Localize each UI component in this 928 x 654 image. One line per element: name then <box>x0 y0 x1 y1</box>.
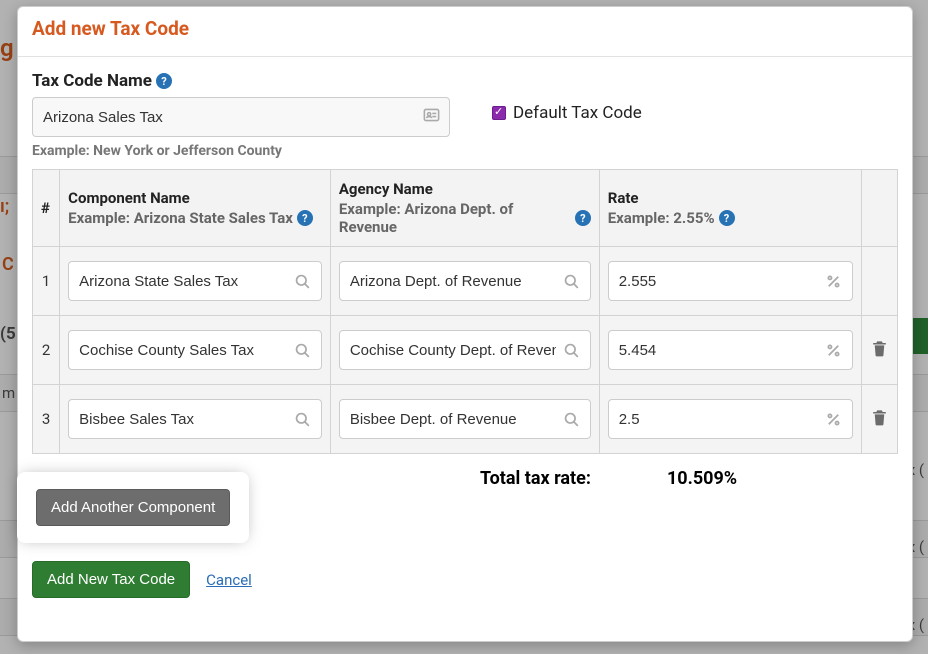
total-value: 10.509% <box>667 468 737 489</box>
row-num: 1 <box>33 247 60 316</box>
table-row: 2 <box>33 316 898 385</box>
component-name-input[interactable] <box>69 262 321 300</box>
tax-code-name-hint: Example: New York or Jefferson County <box>32 143 450 159</box>
delete-row-button[interactable] <box>870 413 889 431</box>
search-icon[interactable] <box>293 272 312 295</box>
search-icon[interactable] <box>562 272 581 295</box>
default-tax-code-checkbox[interactable] <box>492 106 506 120</box>
col-rate-header: Rate Example: 2.55%? <box>599 170 861 247</box>
add-component-highlight: Add Another Component <box>21 476 245 539</box>
row-num: 2 <box>33 316 60 385</box>
col-component-header: Component Name Example: Arizona State Sa… <box>60 170 331 247</box>
components-tbody: 123 <box>33 247 898 454</box>
search-icon[interactable] <box>293 410 312 433</box>
add-new-tax-code-button[interactable]: Add New Tax Code <box>32 561 190 598</box>
total-label: Total tax rate: <box>480 468 591 489</box>
help-icon[interactable]: ? <box>156 73 172 89</box>
tax-code-name-label: Tax Code Name ? <box>32 71 898 91</box>
modal-title: Add new Tax Code <box>32 17 898 40</box>
rate-input[interactable] <box>609 262 852 300</box>
contact-card-icon <box>422 106 441 129</box>
agency-name-input[interactable] <box>340 262 590 300</box>
rate-input[interactable] <box>609 331 852 369</box>
rate-input[interactable] <box>609 400 852 438</box>
help-icon[interactable]: ? <box>575 210 591 226</box>
tax-code-name-input[interactable] <box>32 97 450 137</box>
col-delete-header <box>861 170 897 247</box>
component-name-input[interactable] <box>69 400 321 438</box>
component-name-input[interactable] <box>69 331 321 369</box>
components-table: # Component Name Example: Arizona State … <box>32 169 898 454</box>
default-tax-code-label: Default Tax Code <box>513 103 642 123</box>
help-icon[interactable]: ? <box>719 210 735 226</box>
add-another-component-button[interactable]: Add Another Component <box>36 489 230 526</box>
cancel-link[interactable]: Cancel <box>206 571 252 589</box>
search-icon[interactable] <box>562 341 581 364</box>
agency-name-input[interactable] <box>340 400 590 438</box>
percent-icon <box>824 410 843 433</box>
help-icon[interactable]: ? <box>297 210 313 226</box>
table-row: 1 <box>33 247 898 316</box>
add-tax-code-modal: Add new Tax Code Tax Code Name ? Example… <box>17 6 913 642</box>
percent-icon <box>824 341 843 364</box>
search-icon[interactable] <box>293 341 312 364</box>
percent-icon <box>824 272 843 295</box>
search-icon[interactable] <box>562 410 581 433</box>
table-row: 3 <box>33 385 898 454</box>
delete-row-button[interactable] <box>870 344 889 362</box>
row-num: 3 <box>33 385 60 454</box>
col-num-header: # <box>33 170 60 247</box>
col-agency-header: Agency Name Example: Arizona Dept. of Re… <box>330 170 599 247</box>
agency-name-input[interactable] <box>340 331 590 369</box>
